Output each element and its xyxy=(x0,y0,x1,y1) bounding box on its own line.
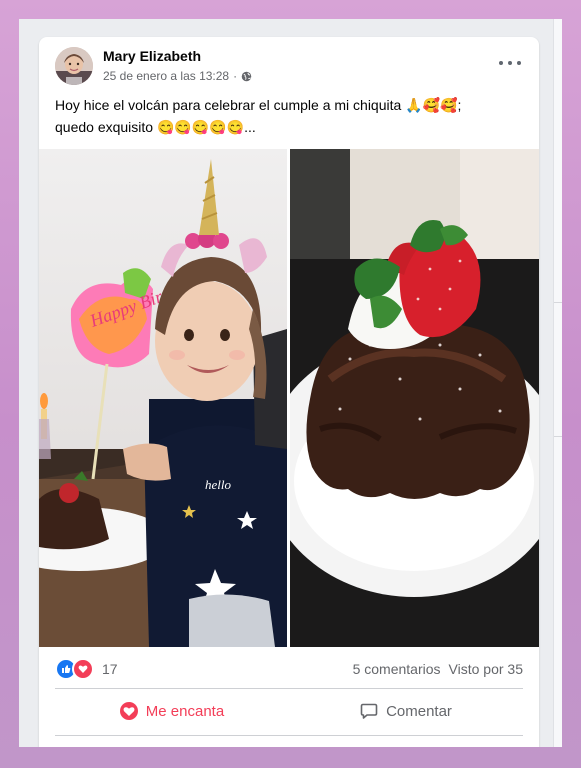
photo-grid: Happy Birthday hello xyxy=(39,149,539,647)
post-text-line-1: Hoy hice el volcán para celebrar el cump… xyxy=(55,97,462,113)
more-options-icon[interactable] xyxy=(499,57,521,69)
love-button-label: Me encanta xyxy=(145,702,225,720)
reaction-icons[interactable] xyxy=(55,658,94,680)
post-text: Hoy hice el volcán para celebrar el cump… xyxy=(55,94,525,138)
globe-icon[interactable] xyxy=(241,71,252,82)
comment-button-label: Comentar xyxy=(386,702,452,720)
comment-icon xyxy=(360,703,378,719)
post-meta: 25 de enero a las 13:28 · xyxy=(103,69,252,83)
photo-chocolate-volcano-cake[interactable] xyxy=(290,149,539,647)
post-card: Mary Elizabeth 25 de enero a las 13:28 ·… xyxy=(39,37,539,747)
action-bar: Me encanta Comentar xyxy=(55,693,523,729)
right-column-edge xyxy=(553,19,562,747)
post-stats: 17 5 comentarios Visto por 35 xyxy=(55,657,523,681)
post-text-line-2: quedo exquisito 😋😋😋😋😋... xyxy=(55,119,256,135)
love-icon xyxy=(119,702,138,720)
feed-frame: Mary Elizabeth 25 de enero a las 13:28 ·… xyxy=(19,19,562,747)
views-count[interactable]: Visto por 35 xyxy=(449,661,523,677)
actions-divider xyxy=(55,735,523,736)
avatar[interactable] xyxy=(55,47,93,85)
shirt-hello-text: hello xyxy=(205,477,231,492)
meta-separator: · xyxy=(233,69,238,83)
comments-count[interactable]: 5 comentarios xyxy=(353,661,441,677)
photo-girl-with-unicorn-headband[interactable]: Happy Birthday hello xyxy=(39,149,287,647)
stats-divider xyxy=(55,688,523,689)
post-timestamp[interactable]: 25 de enero a las 13:28 xyxy=(103,69,229,83)
comment-button[interactable]: Comentar xyxy=(289,693,523,729)
reaction-count[interactable]: 17 xyxy=(102,661,118,677)
love-button[interactable]: Me encanta xyxy=(55,693,289,729)
love-reaction-icon xyxy=(72,658,94,680)
author-name[interactable]: Mary Elizabeth xyxy=(103,48,201,64)
